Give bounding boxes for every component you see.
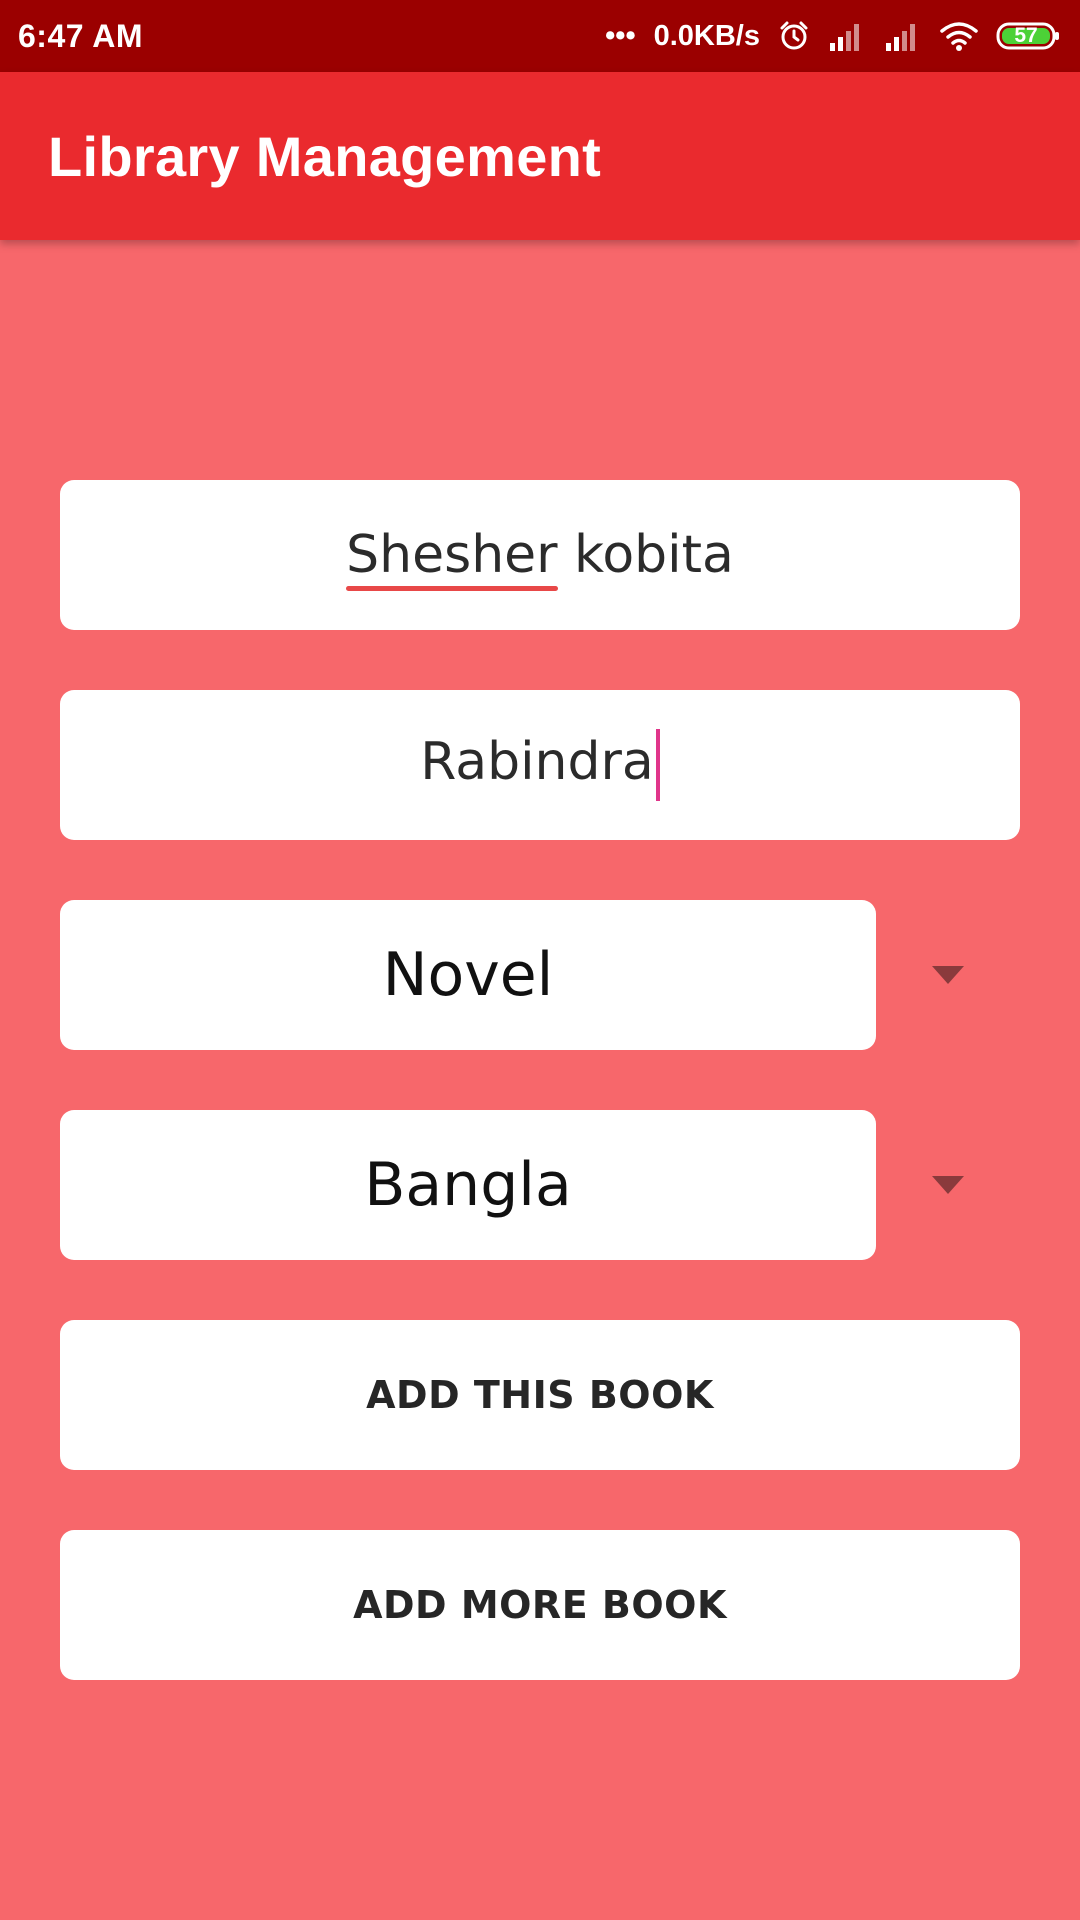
category-spinner[interactable]: Novel [60, 900, 876, 1050]
status-icons: ••• 0.0KB/s 57 [605, 20, 1062, 53]
app-bar: Library Management [0, 72, 1080, 240]
add-more-book-label: ADD MORE BOOK [353, 1583, 727, 1627]
language-spinner[interactable]: Bangla [60, 1110, 876, 1260]
add-this-book-button[interactable]: ADD THIS BOOK [60, 1320, 1020, 1470]
book-name-input[interactable]: Shesher kobita [60, 480, 1020, 630]
category-selected: Novel [382, 940, 554, 1010]
network-speed: 0.0KB/s [653, 19, 760, 52]
chevron-down-icon[interactable] [932, 1176, 964, 1196]
author-name-text: Rabindra [420, 732, 654, 792]
text-cursor [655, 729, 660, 801]
author-name-input[interactable]: Rabindra [60, 690, 1020, 840]
battery-level: 57 [1014, 24, 1038, 47]
signal-icon [828, 21, 866, 51]
add-this-book-label: ADD THIS BOOK [366, 1373, 714, 1417]
chevron-down-icon[interactable] [932, 966, 964, 986]
author-name-value: Rabindra [420, 729, 660, 801]
language-selected: Bangla [364, 1150, 572, 1220]
wifi-icon [940, 21, 978, 51]
signal-icon [884, 21, 922, 51]
book-name-value: Shesher kobita [346, 525, 734, 591]
battery-icon: 57 [996, 21, 1062, 51]
book-name-value-rest: kobita [557, 525, 734, 585]
app-title: Library Management [48, 124, 602, 188]
more-notifications-dots: ••• [605, 19, 636, 52]
status-time: 6:47 AM [18, 17, 144, 54]
alarm-icon [778, 20, 810, 52]
spellcheck-word: Shesher [346, 525, 558, 591]
status-bar: 6:47 AM ••• 0.0KB/s 57 [0, 0, 1080, 72]
add-more-book-button[interactable]: ADD MORE BOOK [60, 1530, 1020, 1680]
